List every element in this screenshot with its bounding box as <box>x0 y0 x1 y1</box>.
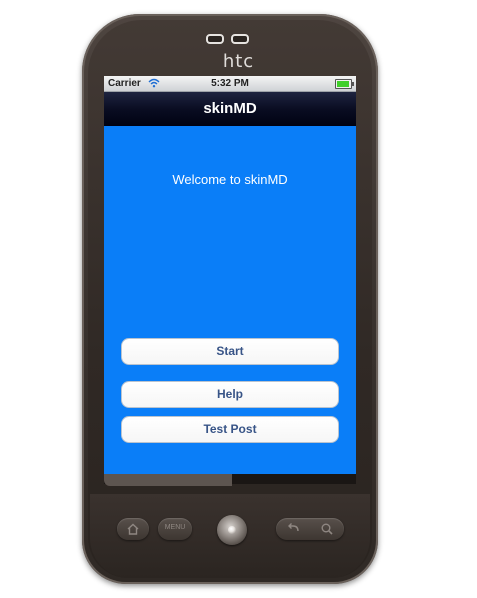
page-title: skinMD <box>203 100 257 117</box>
home-icon <box>127 523 139 535</box>
speaker-grille-left <box>206 34 224 44</box>
search-icon[interactable] <box>320 522 334 536</box>
status-bar: Carrier 5:32 PM <box>104 76 356 92</box>
help-button[interactable]: Help <box>121 381 339 408</box>
battery-icon <box>335 79 354 89</box>
status-time: 5:32 PM <box>211 78 249 89</box>
screen: Carrier 5:32 PM skinMD Welcome to skinMD… <box>104 76 356 474</box>
menu-label: MENU <box>164 524 186 531</box>
trackball[interactable] <box>217 515 247 545</box>
menu-button[interactable]: MENU <box>158 518 192 540</box>
back-search-rocker[interactable] <box>276 518 344 540</box>
navigation-bar: skinMD <box>104 92 356 126</box>
welcome-text: Welcome to skinMD <box>172 172 288 187</box>
battery-level <box>337 81 349 87</box>
start-button[interactable]: Start <box>121 338 339 365</box>
back-arrow-icon[interactable] <box>286 522 300 536</box>
screen-bottom-highlight <box>104 474 232 486</box>
home-button[interactable] <box>117 518 149 540</box>
speaker-grille-right <box>231 34 249 44</box>
test-post-button[interactable]: Test Post <box>121 416 339 443</box>
brand-logo: htc <box>222 51 255 72</box>
